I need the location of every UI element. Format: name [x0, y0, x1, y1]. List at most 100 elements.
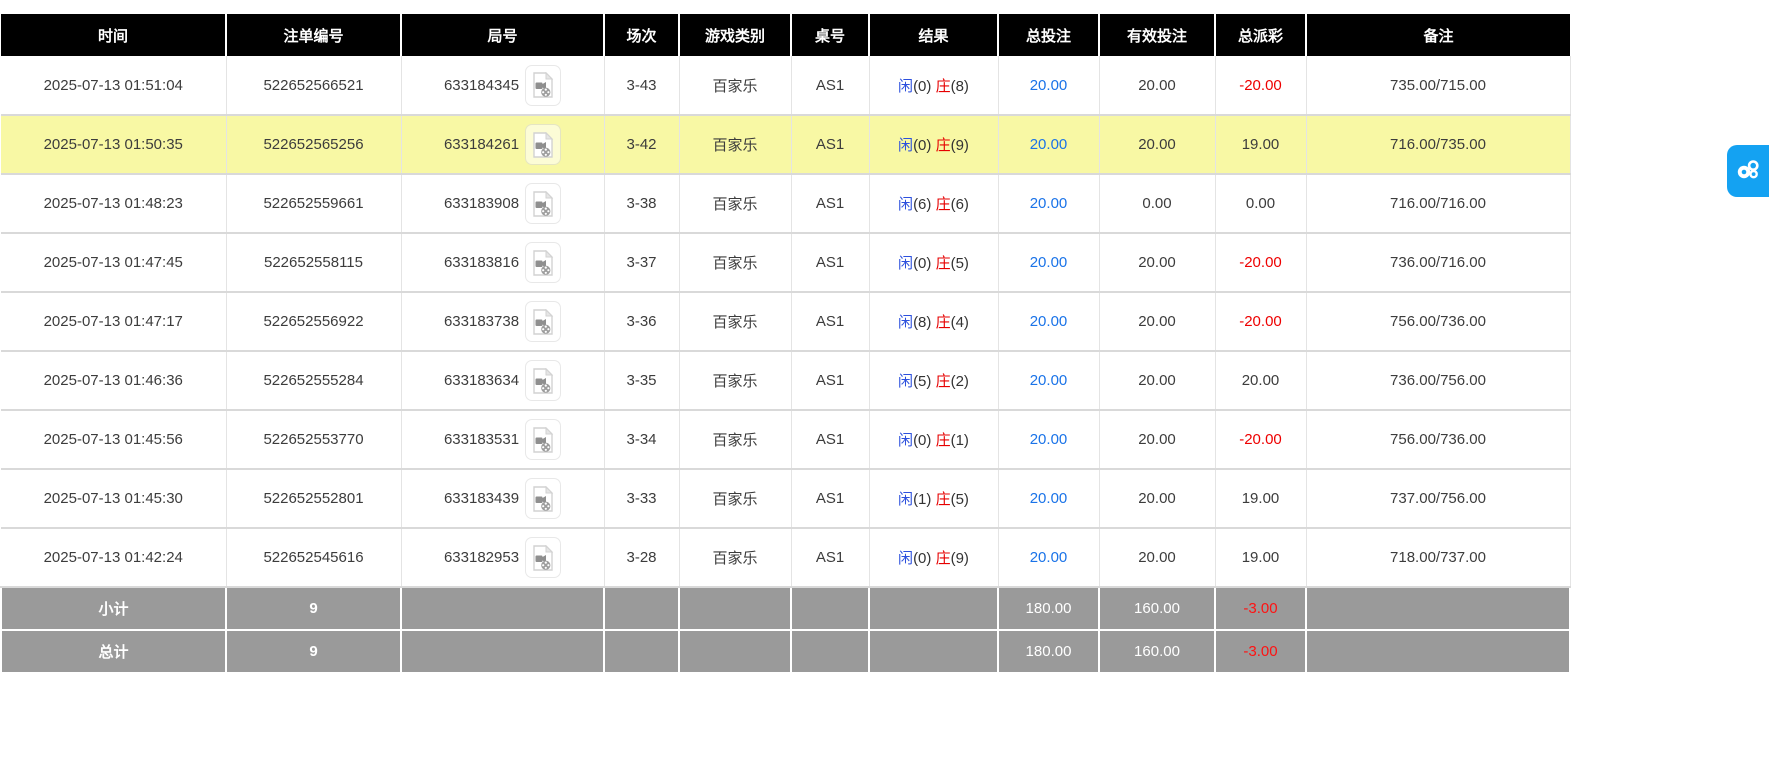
cell-session: 3-37 [604, 233, 679, 292]
cell-game-type: 百家乐 [679, 233, 791, 292]
cell-round: 633183816 [401, 233, 604, 292]
cell-valid-bet: 20.00 [1099, 410, 1215, 469]
cell-result: 闲(1) 庄(5) [869, 469, 998, 528]
total-row: 总计 9 180.00 160.00 -3.00 [1, 630, 1570, 673]
cell-game-type: 百家乐 [679, 410, 791, 469]
total-bet-link[interactable]: 20.00 [1030, 372, 1068, 389]
total-bet-link[interactable]: 20.00 [1030, 431, 1068, 448]
cell-session: 3-36 [604, 292, 679, 351]
cell-round: 633183439 [401, 469, 604, 528]
cell-total-bet: 20.00 [998, 115, 1099, 174]
subtotal-empty-remark [1306, 587, 1570, 630]
cell-game-type: 百家乐 [679, 469, 791, 528]
cell-table-no: AS1 [791, 174, 869, 233]
cell-bet-id: 522652566521 [226, 56, 401, 115]
cell-remark: 737.00/756.00 [1306, 469, 1570, 528]
video-replay-button[interactable] [525, 419, 561, 460]
video-replay-icon [532, 431, 554, 448]
player-result-label: 闲 [898, 78, 913, 95]
video-replay-button[interactable] [525, 183, 561, 224]
col-header-remark: 备注 [1306, 14, 1570, 56]
cell-bet-id: 522652565256 [226, 115, 401, 174]
share-cloud-icon [1735, 156, 1761, 187]
table-row: 2025-07-13 01:45:56 522652553770 6331835… [1, 410, 1570, 469]
total-bet-link[interactable]: 20.00 [1030, 490, 1068, 507]
player-result-value: (0) [913, 432, 931, 449]
video-replay-button[interactable] [525, 478, 561, 519]
total-empty-game [679, 630, 791, 673]
total-empty-round [401, 630, 604, 673]
total-bet-link[interactable]: 20.00 [1030, 254, 1068, 271]
video-replay-button[interactable] [525, 537, 561, 578]
cell-session: 3-42 [604, 115, 679, 174]
total-bet-link[interactable]: 20.00 [1030, 549, 1068, 566]
video-replay-icon [532, 549, 554, 566]
cell-payout: 0.00 [1215, 174, 1306, 233]
banker-result-value: (9) [951, 550, 969, 567]
video-replay-icon [532, 490, 554, 507]
cell-payout: -20.00 [1215, 292, 1306, 351]
cell-table-no: AS1 [791, 115, 869, 174]
table-row: 2025-07-13 01:47:45 522652558115 6331838… [1, 233, 1570, 292]
video-replay-button[interactable] [525, 124, 561, 165]
cell-payout: 19.00 [1215, 528, 1306, 587]
cell-valid-bet: 20.00 [1099, 469, 1215, 528]
cell-time: 2025-07-13 01:50:35 [1, 115, 226, 174]
cell-remark: 736.00/756.00 [1306, 351, 1570, 410]
subtotal-empty-game [679, 587, 791, 630]
player-result-label: 闲 [898, 373, 913, 390]
video-replay-button[interactable] [525, 301, 561, 342]
subtotal-payout: -3.00 [1215, 587, 1306, 630]
cell-round: 633183738 [401, 292, 604, 351]
cell-session: 3-33 [604, 469, 679, 528]
floating-share-widget[interactable] [1727, 145, 1769, 197]
table-footer: 小计 9 180.00 160.00 -3.00 总计 9 1 [1, 587, 1570, 673]
video-replay-icon [532, 313, 554, 330]
video-replay-button[interactable] [525, 65, 561, 106]
cell-result: 闲(5) 庄(2) [869, 351, 998, 410]
cell-payout: 20.00 [1215, 351, 1306, 410]
cell-remark: 718.00/737.00 [1306, 528, 1570, 587]
player-result-label: 闲 [898, 550, 913, 567]
total-count: 9 [226, 630, 401, 673]
total-bet-link[interactable]: 20.00 [1030, 195, 1068, 212]
total-payout: -3.00 [1215, 630, 1306, 673]
cell-bet-id: 522652552801 [226, 469, 401, 528]
table-row: 2025-07-13 01:48:23 522652559661 6331839… [1, 174, 1570, 233]
video-replay-icon [532, 195, 554, 212]
banker-result-value: (9) [951, 137, 969, 154]
banker-result-value: (5) [951, 491, 969, 508]
col-header-table-no: 桌号 [791, 14, 869, 56]
cell-remark: 736.00/716.00 [1306, 233, 1570, 292]
table-body: 2025-07-13 01:51:04 522652566521 6331843… [1, 56, 1570, 587]
cell-round: 633183634 [401, 351, 604, 410]
video-replay-button[interactable] [525, 242, 561, 283]
cell-table-no: AS1 [791, 528, 869, 587]
banker-result-value: (5) [951, 255, 969, 272]
cell-round: 633183531 [401, 410, 604, 469]
col-header-game-type: 游戏类别 [679, 14, 791, 56]
round-number: 633183908 [444, 195, 519, 212]
player-result-value: (8) [913, 314, 931, 331]
cell-valid-bet: 20.00 [1099, 528, 1215, 587]
cell-time: 2025-07-13 01:48:23 [1, 174, 226, 233]
cell-total-bet: 20.00 [998, 56, 1099, 115]
table-row: 2025-07-13 01:45:30 522652552801 6331834… [1, 469, 1570, 528]
bet-records-panel: 时间 注单编号 局号 场次 游戏类别 桌号 结果 总投注 有效投注 总派彩 备注… [0, 0, 1769, 674]
player-result-label: 闲 [898, 255, 913, 272]
cell-time: 2025-07-13 01:47:45 [1, 233, 226, 292]
cell-remark: 735.00/715.00 [1306, 56, 1570, 115]
cell-remark: 756.00/736.00 [1306, 292, 1570, 351]
banker-result-label: 庄 [936, 255, 951, 272]
total-bet-link[interactable]: 20.00 [1030, 313, 1068, 330]
banker-result-label: 庄 [936, 550, 951, 567]
cell-payout: -20.00 [1215, 233, 1306, 292]
subtotal-total-bet: 180.00 [998, 587, 1099, 630]
total-bet-link[interactable]: 20.00 [1030, 136, 1068, 153]
cell-total-bet: 20.00 [998, 174, 1099, 233]
video-replay-button[interactable] [525, 360, 561, 401]
player-result-label: 闲 [898, 314, 913, 331]
total-bet-link[interactable]: 20.00 [1030, 77, 1068, 94]
player-result-label: 闲 [898, 196, 913, 213]
cell-payout: 19.00 [1215, 469, 1306, 528]
